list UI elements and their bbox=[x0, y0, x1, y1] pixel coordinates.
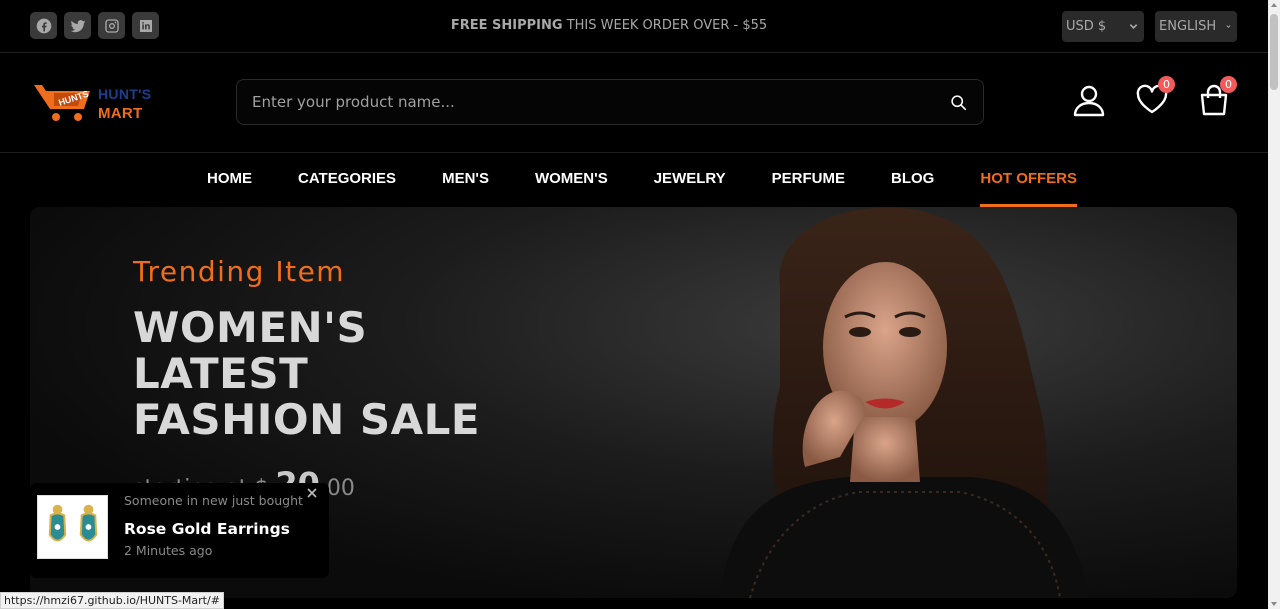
purchase-notification-toast: Someone in new just bought Rose Gold Ear… bbox=[30, 483, 329, 578]
user-icon bbox=[1073, 85, 1105, 117]
site-logo[interactable]: HUNTS HUNT'S MART bbox=[32, 79, 157, 125]
page-scrollbar[interactable] bbox=[1268, 0, 1280, 609]
promo-text: THIS WEEK ORDER OVER - $55 bbox=[566, 18, 768, 33]
top-bar: FREE SHIPPING THIS WEEK ORDER OVER - $55… bbox=[0, 0, 1268, 53]
logo-line1: HUNT'S bbox=[98, 86, 152, 102]
toast-close-button[interactable] bbox=[304, 485, 320, 501]
promo-bold-text: FREE SHIPPING bbox=[450, 18, 563, 33]
chevron-down-icon bbox=[1129, 24, 1138, 29]
search-bar bbox=[236, 79, 984, 125]
hero-title: WOMEN'S LATEST FASHION SALE bbox=[133, 303, 481, 444]
toast-time: 2 Minutes ago bbox=[124, 543, 213, 558]
cart-button[interactable]: 0 bbox=[1197, 76, 1237, 119]
account-button[interactable] bbox=[1072, 83, 1106, 119]
cart-count-badge: 0 bbox=[1220, 76, 1237, 93]
hero-subtitle: Trending Item bbox=[133, 255, 346, 288]
nav-perfume[interactable]: PERFUME bbox=[772, 153, 845, 207]
status-bar-url: https://hmzi67.github.io/HUNTS-Mart/# bbox=[0, 592, 224, 609]
main-nav: HOME CATEGORIES MEN'S WOMEN'S JEWELRY PE… bbox=[0, 153, 1268, 207]
logo-text: HUNT'S MART bbox=[98, 85, 151, 123]
nav-womens[interactable]: WOMEN'S bbox=[535, 153, 608, 207]
nav-categories[interactable]: CATEGORIES bbox=[298, 153, 396, 207]
language-select[interactable]: ENGLISH bbox=[1155, 11, 1237, 42]
promo-banner: FREE SHIPPING THIS WEEK ORDER OVER - $55 bbox=[0, 18, 1218, 33]
chevron-down-icon bbox=[1226, 25, 1231, 28]
search-button[interactable] bbox=[933, 80, 983, 124]
hero-model-image bbox=[720, 207, 1090, 598]
scroll-down-arrow-icon[interactable] bbox=[1271, 602, 1277, 606]
wishlist-button[interactable]: 0 bbox=[1135, 76, 1175, 119]
main-header: HUNTS HUNT'S MART 0 0 bbox=[0, 53, 1268, 153]
toast-product-name[interactable]: Rose Gold Earrings bbox=[124, 520, 290, 538]
close-icon bbox=[307, 488, 317, 498]
scroll-up-arrow-icon[interactable] bbox=[1271, 3, 1277, 7]
locale-selects: USD $ ENGLISH bbox=[1062, 11, 1237, 42]
logo-line2: MART bbox=[98, 105, 143, 122]
nav-hot-offers[interactable]: HOT OFFERS bbox=[980, 153, 1077, 207]
currency-value: USD $ bbox=[1066, 19, 1107, 34]
language-value: ENGLISH bbox=[1159, 19, 1217, 34]
nav-blog[interactable]: BLOG bbox=[891, 153, 934, 207]
nav-items: HOME CATEGORIES MEN'S WOMEN'S JEWELRY PE… bbox=[207, 153, 1123, 207]
search-input[interactable] bbox=[237, 93, 933, 111]
search-icon bbox=[950, 94, 966, 110]
cart-logo-icon: HUNTS bbox=[34, 85, 90, 121]
scroll-thumb[interactable] bbox=[1270, 14, 1278, 90]
product-image-earrings bbox=[37, 495, 108, 559]
currency-select[interactable]: USD $ bbox=[1062, 11, 1144, 42]
nav-jewelry[interactable]: JEWELRY bbox=[654, 153, 726, 207]
wishlist-count-badge: 0 bbox=[1158, 76, 1175, 93]
toast-label: Someone in new just bought bbox=[124, 493, 303, 508]
nav-home[interactable]: HOME bbox=[207, 153, 252, 207]
nav-mens[interactable]: MEN'S bbox=[442, 153, 489, 207]
